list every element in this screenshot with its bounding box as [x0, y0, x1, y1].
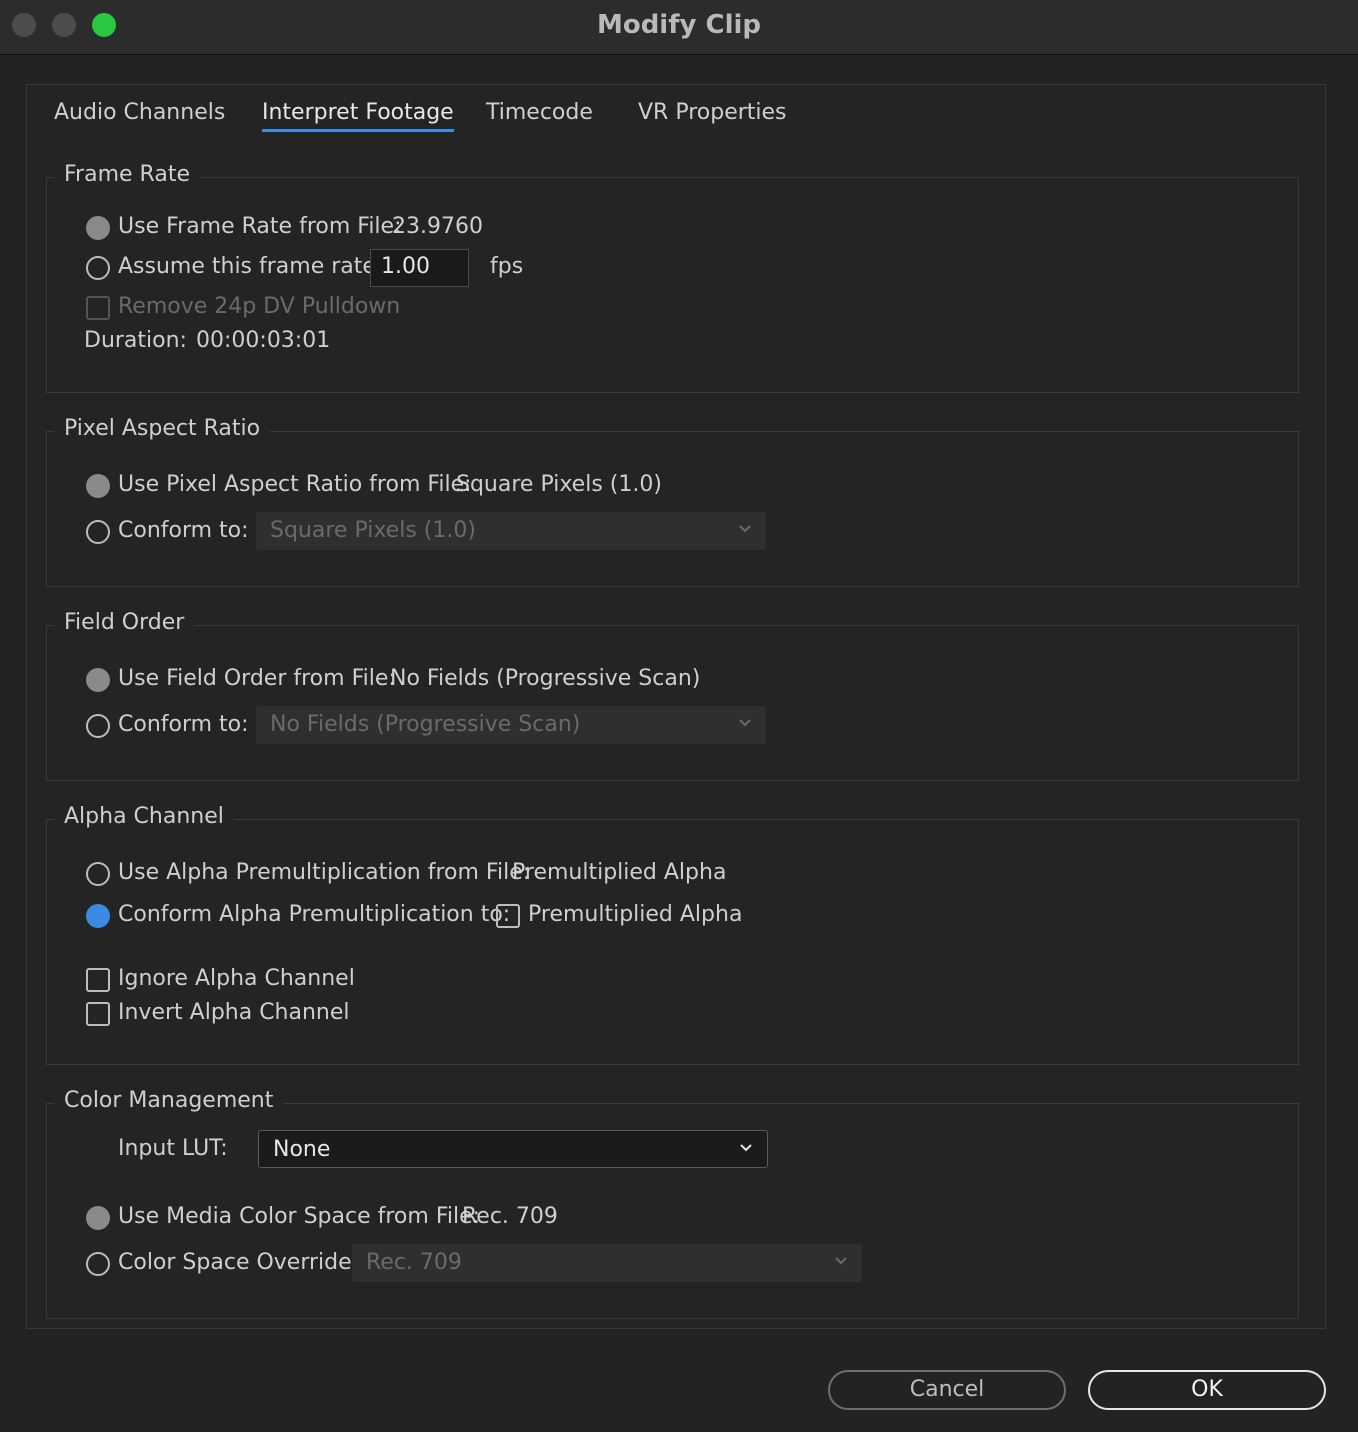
frame-rate-group: [46, 177, 1299, 393]
file-color-space-value: Rec. 709: [462, 1204, 558, 1229]
tab-timecode[interactable]: Timecode: [486, 100, 593, 125]
fps-label: fps: [490, 254, 524, 279]
file-alpha-value: Premultiplied Alpha: [512, 860, 727, 885]
tab-interpret-footage[interactable]: Interpret Footage: [262, 100, 454, 132]
use-pixel-aspect-from-file-label: Use Pixel Aspect Ratio from File:: [118, 472, 472, 497]
remove-pulldown-label: Remove 24p DV Pulldown: [118, 294, 401, 319]
file-pixel-aspect-value: Square Pixels (1.0): [456, 472, 662, 497]
field-order-dropdown-value: No Fields (Progressive Scan): [270, 712, 581, 737]
color-space-override-dropdown[interactable]: Rec. 709: [352, 1244, 862, 1282]
ignore-alpha-label: Ignore Alpha Channel: [118, 966, 355, 991]
tab-vr-properties[interactable]: VR Properties: [638, 100, 787, 125]
use-pixel-aspect-from-file-radio[interactable]: [86, 474, 110, 498]
input-lut-dropdown[interactable]: None: [258, 1130, 768, 1168]
use-frame-rate-from-file-label: Use Frame Rate from File:: [118, 214, 402, 239]
pixel-aspect-group: [46, 431, 1299, 587]
field-order-legend: Field Order: [54, 610, 195, 635]
use-field-order-from-file-label: Use Field Order from File:: [118, 666, 396, 691]
conform-alpha-radio[interactable]: [86, 904, 110, 928]
input-lut-label: Input LUT:: [118, 1136, 228, 1161]
ignore-alpha-checkbox[interactable]: [86, 968, 110, 992]
assume-frame-rate-radio[interactable]: [86, 256, 110, 280]
color-space-override-dropdown-value: Rec. 709: [366, 1250, 462, 1275]
pixel-aspect-dropdown[interactable]: Square Pixels (1.0): [256, 512, 766, 550]
field-order-group: [46, 625, 1299, 781]
remove-pulldown-checkbox[interactable]: [86, 296, 110, 320]
pixel-aspect-legend: Pixel Aspect Ratio: [54, 416, 271, 441]
duration-value: 00:00:03:01: [196, 328, 331, 353]
conform-field-order-label: Conform to:: [118, 712, 249, 737]
chevron-down-icon: [835, 1257, 847, 1265]
input-lut-dropdown-value: None: [273, 1137, 331, 1162]
use-color-space-from-file-radio[interactable]: [86, 1206, 110, 1230]
ok-button[interactable]: OK: [1088, 1370, 1326, 1410]
chevron-down-icon: [740, 1144, 752, 1152]
color-space-override-label: Color Space Override:: [118, 1250, 360, 1275]
title-bar: Modify Clip: [0, 0, 1358, 55]
field-order-dropdown[interactable]: No Fields (Progressive Scan): [256, 706, 766, 744]
premultiplied-alpha-label: Premultiplied Alpha: [528, 902, 743, 927]
use-alpha-from-file-label: Use Alpha Premultiplication from File:: [118, 860, 531, 885]
use-color-space-from-file-label: Use Media Color Space from File:: [118, 1204, 481, 1229]
chevron-down-icon: [739, 525, 751, 533]
file-field-order-value: No Fields (Progressive Scan): [390, 666, 701, 691]
conform-pixel-aspect-label: Conform to:: [118, 518, 249, 543]
pixel-aspect-dropdown-value: Square Pixels (1.0): [270, 518, 476, 543]
premultiplied-alpha-checkbox[interactable]: [496, 904, 520, 928]
use-field-order-from-file-radio[interactable]: [86, 668, 110, 692]
frame-rate-legend: Frame Rate: [54, 162, 200, 187]
color-management-legend: Color Management: [54, 1088, 284, 1113]
window-title: Modify Clip: [596, 10, 762, 40]
cancel-button[interactable]: Cancel: [828, 1370, 1066, 1410]
tab-audio-channels[interactable]: Audio Channels: [54, 100, 225, 125]
conform-alpha-label: Conform Alpha Premultiplication to:: [118, 902, 511, 927]
alpha-channel-legend: Alpha Channel: [54, 804, 234, 829]
use-frame-rate-from-file-radio[interactable]: [86, 216, 110, 240]
duration-label: Duration:: [84, 328, 187, 353]
conform-field-order-radio[interactable]: [86, 714, 110, 738]
invert-alpha-checkbox[interactable]: [86, 1002, 110, 1026]
use-alpha-from-file-radio[interactable]: [86, 862, 110, 886]
assume-frame-rate-label: Assume this frame rate:: [118, 254, 384, 279]
color-space-override-radio[interactable]: [86, 1252, 110, 1276]
frame-rate-input[interactable]: 1.00: [370, 249, 469, 287]
conform-pixel-aspect-radio[interactable]: [86, 520, 110, 544]
modify-clip-dialog: Modify Clip Audio Channels Interpret Foo…: [0, 0, 1358, 1432]
alpha-channel-group: [46, 819, 1299, 1065]
file-frame-rate-value: 23.9760: [392, 214, 483, 239]
invert-alpha-label: Invert Alpha Channel: [118, 1000, 350, 1025]
chevron-down-icon: [739, 719, 751, 727]
